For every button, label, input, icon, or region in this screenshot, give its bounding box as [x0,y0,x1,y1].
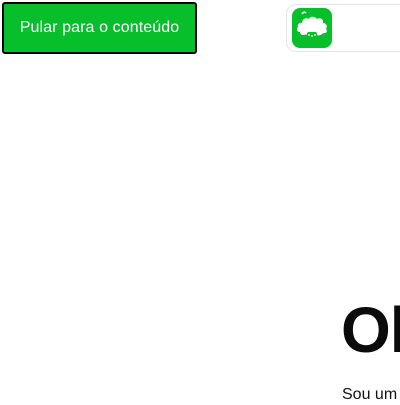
skip-to-content-link[interactable]: Pular para o conteúdo [2,2,197,54]
cloud-tree-icon [296,11,327,38]
hero-title: Ol [341,294,400,366]
site-logo[interactable] [292,8,332,48]
hero-subtitle: Sou um [342,386,398,403]
